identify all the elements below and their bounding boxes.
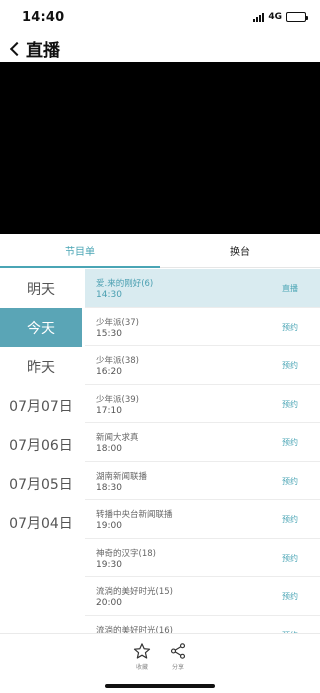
page-title: 直播 <box>26 41 60 61</box>
program-name: 少年派(38) <box>96 356 139 366</box>
program-name: 转播中央台新闻联播 <box>96 510 173 520</box>
day-item-0704[interactable]: 07月04日 <box>0 503 82 542</box>
share-label: 分享 <box>171 664 184 671</box>
program-name: 少年派(37) <box>96 317 139 328</box>
day-item-tomorrow[interactable]: 明天 <box>0 269 82 308</box>
nav-bar: 直播 <box>0 34 320 62</box>
program-name: 新闻大求真 <box>96 433 139 443</box>
tab-switch-channel[interactable]: 换台 <box>160 234 320 267</box>
reserve-button[interactable]: 预约 <box>282 591 298 602</box>
reserve-button[interactable]: 预约 <box>282 360 298 371</box>
share-button[interactable]: 分享 <box>163 642 193 671</box>
home-indicator <box>105 684 215 688</box>
signal-icon <box>253 12 265 22</box>
program-name: 湖南新闻联播 <box>96 471 148 482</box>
program-row[interactable]: 少年派(38) 16:20 预约 <box>85 346 320 385</box>
program-row[interactable]: 湖南新闻联播 18:30 预约 <box>85 462 320 500</box>
network-label: 4G <box>268 12 282 22</box>
program-name: 神奇的汉字(18) <box>96 548 156 559</box>
program-time: 19:00 <box>96 521 122 531</box>
share-icon <box>170 643 186 659</box>
battery-icon <box>286 12 308 22</box>
day-item-today[interactable]: 今天 <box>0 308 82 347</box>
program-name: 爱.来的刚好(6) <box>96 279 154 289</box>
back-button[interactable]: 直播 <box>6 36 60 61</box>
reserve-button[interactable]: 预约 <box>282 553 298 564</box>
star-icon <box>133 643 151 659</box>
reserve-button[interactable]: 预约 <box>282 476 298 487</box>
program-time: 15:30 <box>96 328 122 339</box>
day-item-0707[interactable]: 07月07日 <box>0 386 82 425</box>
tab-bar: 节目单 换台 <box>0 234 320 268</box>
collect-label: 收藏 <box>135 664 148 671</box>
tab-schedule[interactable]: 节目单 <box>0 234 160 268</box>
program-row[interactable]: 爱.来的刚好(6) 14:30 直播 <box>85 269 320 308</box>
day-item-0706[interactable]: 07月06日 <box>0 425 82 464</box>
chevron-left-icon <box>9 41 25 56</box>
video-player[interactable] <box>0 62 320 234</box>
program-row[interactable]: 少年派(39) 17:10 预约 <box>85 385 320 423</box>
day-item-yesterday[interactable]: 昨天 <box>0 347 82 386</box>
status-bar: 14:40 4G <box>0 0 320 34</box>
program-time: 18:30 <box>96 482 122 493</box>
program-time: 14:30 <box>96 290 122 300</box>
program-time: 18:00 <box>96 444 122 454</box>
collect-button[interactable]: 收藏 <box>127 642 157 671</box>
status-indicators: 4G <box>253 12 308 22</box>
program-row[interactable]: 流淌的美好时光(15) 20:00 预约 <box>85 577 320 616</box>
program-row[interactable]: 转播中央台新闻联播 19:00 预约 <box>85 500 320 539</box>
program-time: 17:10 <box>96 405 122 416</box>
program-name: 流淌的美好时光(15) <box>96 587 173 597</box>
program-row[interactable]: 新闻大求真 18:00 预约 <box>85 423 320 462</box>
program-name: 流淌的美好时光(16) <box>96 625 173 634</box>
status-time: 14:40 <box>22 10 65 25</box>
reserve-button[interactable]: 预约 <box>282 322 298 333</box>
live-button[interactable]: 直播 <box>282 283 298 294</box>
day-item-0705[interactable]: 07月05日 <box>0 464 82 503</box>
day-list: 明天 今天 昨天 07月07日 07月06日 07月05日 07月04日 <box>0 269 82 542</box>
reserve-button[interactable]: 预约 <box>282 399 298 410</box>
program-row[interactable]: 神奇的汉字(18) 19:30 预约 <box>85 539 320 577</box>
program-name: 少年派(39) <box>96 394 139 405</box>
reserve-button[interactable]: 预约 <box>282 514 298 525</box>
program-row[interactable]: 少年派(37) 15:30 预约 <box>85 308 320 346</box>
program-time: 19:30 <box>96 559 122 570</box>
reserve-button[interactable]: 预约 <box>282 437 298 448</box>
program-row[interactable]: 流淌的美好时光(16) 预约 <box>85 616 320 634</box>
program-list[interactable]: 爱.来的刚好(6) 14:30 直播 少年派(37) 15:30 预约 少年派(… <box>85 269 320 633</box>
program-time: 20:00 <box>96 598 122 608</box>
program-time: 16:20 <box>96 367 122 377</box>
